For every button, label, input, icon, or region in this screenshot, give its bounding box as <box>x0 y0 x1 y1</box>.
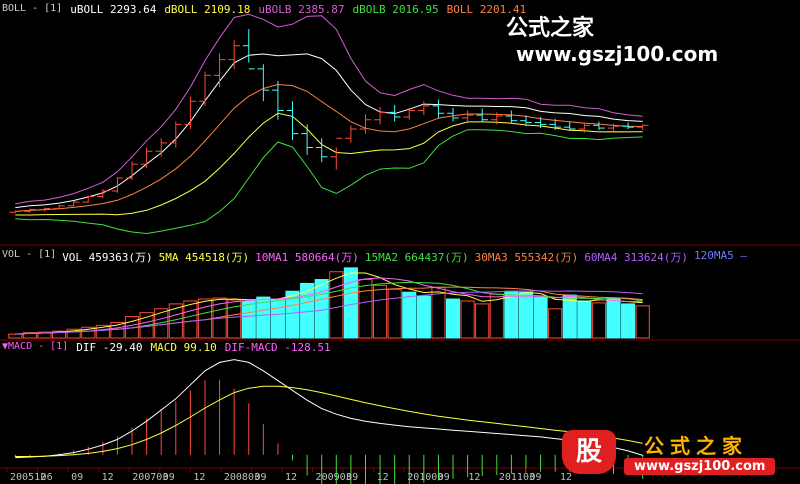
volume-bar-down <box>621 303 636 339</box>
watermark-bottom-name-text: 公式之家 <box>644 434 748 458</box>
legend-15ma2: 15MA2 664437(万) <box>364 251 469 264</box>
macd-panel-tag: ▼MACD - [1] <box>2 341 69 352</box>
x-tick-label: 09 <box>438 472 450 483</box>
boll-legend: BOLL - [1] uBOLL 2293.64 dBOLL 2109.18 u… <box>2 3 526 16</box>
macd-legend: ▼MACD - [1] DIF -29.40 MACD 99.10 DIF-MA… <box>2 341 331 354</box>
legend-uboll: uBOLL 2293.64 <box>70 3 157 16</box>
volume-bar-down <box>270 298 285 339</box>
volume-bar-down <box>416 295 431 339</box>
legend-dif: DIF -29.40 <box>76 341 143 354</box>
x-tick-label: 12 <box>377 472 389 483</box>
volume-bar-down <box>577 300 592 339</box>
x-tick-label: 09 <box>163 472 175 483</box>
legend-5ma: 5MA 454518(万) <box>158 251 250 264</box>
watermark-logo: 股 <box>562 430 616 474</box>
legend-10ma1: 10MA1 580664(万) <box>255 251 359 264</box>
x-tick-label: 06 <box>41 472 53 483</box>
x-tick-label: 12 <box>468 472 480 483</box>
watermark-bottom: 股 公式之家 www.gszj100.com <box>560 428 796 480</box>
legend-dboll: dBOLL 2109.18 <box>164 3 251 16</box>
x-tick-label: 12 <box>102 472 114 483</box>
watermark-top-url: www.gszj100.com <box>516 42 719 66</box>
x-tick-label: 12 <box>193 472 205 483</box>
watermark-bottom-url-text: www.gszj100.com <box>634 459 766 474</box>
chart-background <box>0 0 800 484</box>
volume-bar-down <box>504 290 519 339</box>
x-tick-label: 09 <box>71 472 83 483</box>
x-tick-label: 09 <box>529 472 541 483</box>
watermark-logo-text: 股 <box>575 437 602 467</box>
legend-120ma5: 120MA5 — <box>694 249 748 262</box>
watermark-bottom-name: 公式之家 <box>644 430 748 459</box>
vol-legend: VOL - [1] VOL 459363(万) 5MA 454518(万) 10… <box>2 249 747 265</box>
volume-bar-down <box>343 267 358 339</box>
volume-bar-down <box>518 291 534 339</box>
x-tick-label: 12 <box>285 472 297 483</box>
legend-vol: VOL 459363(万) <box>62 251 153 264</box>
vol-panel-tag: VOL - [1] <box>2 249 57 260</box>
volume-bar-down <box>562 294 577 339</box>
legend-dif-macd: DIF-MACD -128.51 <box>224 341 331 354</box>
volume-bar-down <box>314 279 329 339</box>
x-tick-label: 09 <box>254 472 266 483</box>
watermark-top-name: 公式之家 <box>506 16 595 41</box>
watermark-bottom-url: www.gszj100.com <box>624 458 776 475</box>
legend-ubolb: uBOLB 2385.87 <box>258 3 345 16</box>
legend-dbolb: dBOLB 2016.95 <box>352 3 439 16</box>
boll-panel-tag: BOLL - [1] <box>2 3 63 14</box>
legend-30ma3: 30MA3 555342(万) <box>474 251 579 264</box>
volume-bar-down <box>402 291 417 339</box>
watermark-top: 公式之家 www.gszj100.com <box>506 10 800 67</box>
volume-bar-down <box>241 300 256 339</box>
legend-macd: MACD 99.10 <box>150 341 217 354</box>
x-tick-label: 09 <box>346 472 358 483</box>
stock-chart: 20051206 09 12 20070309 12 20080309 12 20090309… <box>0 0 800 484</box>
volume-bar-down <box>445 298 461 339</box>
volume-bar-down <box>533 296 548 339</box>
volume-bar-down <box>606 297 621 339</box>
legend-60ma4: 60MA4 313624(万) <box>584 251 689 264</box>
